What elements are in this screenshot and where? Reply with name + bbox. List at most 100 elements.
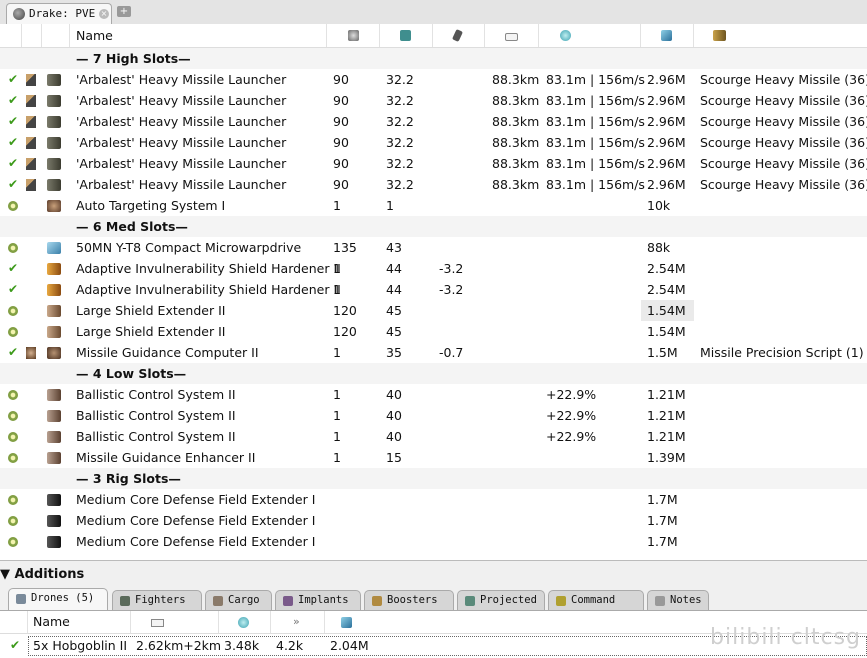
ammo-column-header[interactable] bbox=[694, 24, 867, 47]
offline-state-icon[interactable] bbox=[8, 390, 18, 400]
module-range: 88.3km bbox=[492, 177, 540, 192]
module-charge: Missile Precision Script (1) bbox=[700, 345, 864, 360]
module-row[interactable]: ✔ Adaptive Invulnerability Shield Hardene… bbox=[0, 279, 867, 300]
charge-column-header[interactable] bbox=[22, 24, 42, 47]
tab-boosters[interactable]: Boosters bbox=[364, 590, 454, 610]
name-column-header[interactable]: Name bbox=[70, 24, 327, 47]
range-icon bbox=[505, 33, 518, 41]
slot-separator-row[interactable]: — 7 High Slots— bbox=[0, 48, 867, 69]
tab-drones[interactable]: Drones (5) bbox=[8, 588, 108, 610]
capacitor-column-header[interactable] bbox=[433, 24, 485, 47]
drone-speed: 4.2k bbox=[276, 638, 304, 653]
module-falloff: +22.9% bbox=[546, 387, 597, 402]
offline-state-icon[interactable] bbox=[8, 411, 18, 421]
drone-range-column-header[interactable] bbox=[131, 611, 219, 633]
close-icon[interactable]: × bbox=[99, 9, 109, 19]
module-row[interactable]: Large Shield Extender II 120 45 1.54M bbox=[0, 321, 867, 342]
active-state-icon[interactable]: ✔ bbox=[8, 136, 18, 148]
slot-separator-label: — 6 Med Slots— bbox=[76, 219, 188, 234]
tab-implants[interactable]: Implants bbox=[275, 590, 361, 610]
module-pg: 32.2 bbox=[386, 177, 414, 192]
module-pg: 15 bbox=[386, 450, 402, 465]
module-row[interactable]: Medium Core Defense Field Extender I 1.7M bbox=[0, 531, 867, 552]
drone-speed-column-header[interactable]: » bbox=[271, 611, 325, 633]
module-row[interactable]: ✔ Adaptive Invulnerability Shield Hardene… bbox=[0, 258, 867, 279]
offline-state-icon[interactable] bbox=[8, 432, 18, 442]
slot-separator-label: — 4 Low Slots— bbox=[76, 366, 187, 381]
module-row[interactable]: Large Shield Extender II 120 45 1.54M bbox=[0, 300, 867, 321]
active-state-icon[interactable]: ✔ bbox=[8, 94, 18, 106]
collapse-arrow-icon[interactable]: ▼ bbox=[0, 567, 10, 582]
cargo-icon bbox=[213, 596, 223, 606]
tab-projected[interactable]: Projected bbox=[457, 590, 545, 610]
active-state-icon[interactable]: ✔ bbox=[8, 73, 18, 85]
module-price: 2.96M bbox=[647, 156, 686, 171]
active-state-icon[interactable]: ✔ bbox=[8, 115, 18, 127]
module-pg: 1 bbox=[386, 198, 394, 213]
icon-column-header[interactable] bbox=[42, 24, 70, 47]
slot-separator-row[interactable]: — 4 Low Slots— bbox=[0, 363, 867, 384]
module-guidance-icon bbox=[47, 347, 61, 359]
fit-tab[interactable]: Drake: PVE × bbox=[6, 3, 112, 24]
module-row[interactable]: ✔ 'Arbalest' Heavy Missile Launcher 90 32.2… bbox=[0, 132, 867, 153]
module-launcher-icon bbox=[47, 179, 61, 191]
module-charge: Scourge Heavy Missile (36) bbox=[700, 177, 867, 192]
tab-command[interactable]: Command bbox=[548, 590, 644, 610]
module-row[interactable]: ✔ 'Arbalest' Heavy Missile Launcher 90 32.2… bbox=[0, 90, 867, 111]
module-cap: -3.2 bbox=[439, 282, 464, 297]
module-row[interactable]: ✔ 'Arbalest' Heavy Missile Launcher 90 32.2… bbox=[0, 69, 867, 90]
module-row[interactable]: ✔ 'Arbalest' Heavy Missile Launcher 90 32.2… bbox=[0, 174, 867, 195]
module-row[interactable]: Ballistic Control System II 1 40 +22.9% 1.21… bbox=[0, 405, 867, 426]
module-price: 2.96M bbox=[647, 177, 686, 192]
drone-name-column-header[interactable]: Name bbox=[28, 611, 131, 633]
charge-icon bbox=[26, 179, 36, 191]
module-price: 1.21M bbox=[647, 408, 686, 423]
additions-header[interactable]: ▼ Additions bbox=[0, 567, 84, 582]
new-tab-icon[interactable]: + bbox=[117, 6, 131, 17]
offline-state-icon[interactable] bbox=[8, 537, 18, 547]
offline-state-icon[interactable] bbox=[8, 306, 18, 316]
module-row[interactable]: ✔ 'Arbalest' Heavy Missile Launcher 90 32.2… bbox=[0, 111, 867, 132]
module-row[interactable]: Missile Guidance Enhancer II 1 15 1.39M bbox=[0, 447, 867, 468]
module-price: 1.54M bbox=[641, 300, 694, 321]
module-row[interactable]: Medium Core Defense Field Extender I 1.7M bbox=[0, 510, 867, 531]
module-row[interactable]: ✔ Missile Guidance Computer II 1 35 -0.7 1.5M… bbox=[0, 342, 867, 363]
module-cpu: 90 bbox=[333, 135, 349, 150]
powergrid-column-header[interactable] bbox=[380, 24, 433, 47]
module-row[interactable]: Medium Core Defense Field Extender I 1.7M bbox=[0, 489, 867, 510]
active-state-icon[interactable]: ✔ bbox=[8, 178, 18, 190]
module-row[interactable]: Ballistic Control System II 1 40 +22.9% 1.21… bbox=[0, 384, 867, 405]
fitting-table-header: Name bbox=[0, 24, 867, 48]
offline-state-icon[interactable] bbox=[8, 495, 18, 505]
module-row[interactable]: Ballistic Control System II 1 40 +22.9% 1.21… bbox=[0, 426, 867, 447]
offline-state-icon[interactable] bbox=[8, 453, 18, 463]
drone-falloff-column-header[interactable] bbox=[219, 611, 271, 633]
tab-fighters[interactable]: Fighters bbox=[112, 590, 202, 610]
slot-separator-row[interactable]: — 6 Med Slots— bbox=[0, 216, 867, 237]
offline-state-icon[interactable] bbox=[8, 201, 18, 211]
state-column-header[interactable] bbox=[0, 24, 22, 47]
active-state-icon[interactable]: ✔ bbox=[8, 262, 18, 274]
drone-state-column-header[interactable] bbox=[0, 611, 28, 633]
active-state-icon[interactable]: ✔ bbox=[10, 639, 20, 651]
active-state-icon[interactable]: ✔ bbox=[8, 283, 18, 295]
module-row[interactable]: Auto Targeting System I 1 1 10k bbox=[0, 195, 867, 216]
cpu-column-header[interactable] bbox=[327, 24, 380, 47]
tab-notes[interactable]: Notes bbox=[647, 590, 709, 610]
additions-tab-bar: Drones (5) Fighters Cargo Implants Boosters P… bbox=[0, 588, 867, 610]
module-cap: -0.7 bbox=[439, 345, 464, 360]
range-column-header[interactable] bbox=[485, 24, 539, 47]
offline-state-icon[interactable] bbox=[8, 516, 18, 526]
price-column-header[interactable] bbox=[641, 24, 694, 47]
command-icon bbox=[556, 596, 566, 606]
slot-separator-row[interactable]: — 3 Rig Slots— bbox=[0, 468, 867, 489]
module-row[interactable]: ✔ 'Arbalest' Heavy Missile Launcher 90 32.2… bbox=[0, 153, 867, 174]
falloff-column-header[interactable] bbox=[539, 24, 641, 47]
active-state-icon[interactable]: ✔ bbox=[8, 157, 18, 169]
active-state-icon[interactable]: ✔ bbox=[8, 346, 18, 358]
tab-cargo[interactable]: Cargo bbox=[205, 590, 272, 610]
offline-state-icon[interactable] bbox=[8, 327, 18, 337]
module-cpu: 1 bbox=[333, 198, 341, 213]
offline-state-icon[interactable] bbox=[8, 243, 18, 253]
module-row[interactable]: 50MN Y-T8 Compact Microwarpdrive 135 43 88k bbox=[0, 237, 867, 258]
